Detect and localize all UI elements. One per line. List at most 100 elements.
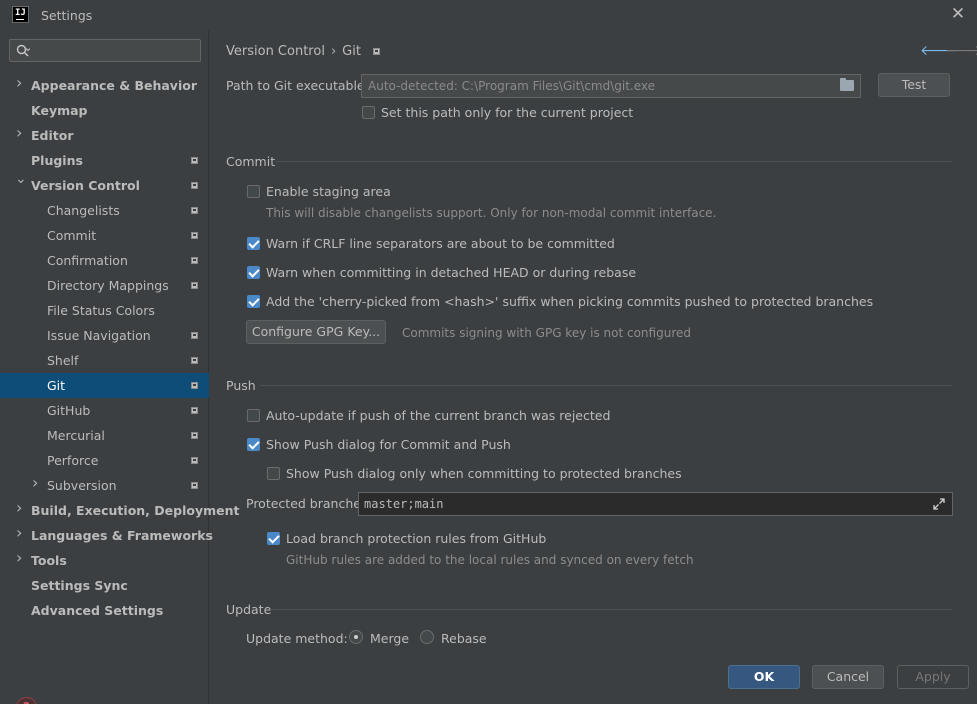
sidebar-item-label: Confirmation [47,253,128,268]
project-level-icon [191,332,198,339]
cherry-picked-checkbox[interactable] [247,295,260,308]
project-level-icon [191,482,198,489]
sidebar-item-directory-mappings[interactable]: Directory Mappings [0,273,209,298]
chevron-right-icon[interactable] [15,70,25,98]
sidebar-item-label: Shelf [47,353,79,368]
sidebar-item-languages-frameworks[interactable]: Languages & Frameworks [0,520,213,548]
sidebar-item-label: Plugins [31,153,83,168]
sidebar-item-issue-navigation[interactable]: Issue Navigation [0,323,209,348]
sidebar-item-label: Appearance & Behavior [31,78,197,93]
crlf-warning-label: Warn if CRLF line separators are about t… [266,236,615,251]
sidebar-item-version-control[interactable]: Version Control [0,167,209,198]
sidebar-item-subversion[interactable]: Subversion [0,470,209,498]
sidebar-item-label: Mercurial [47,428,105,443]
load-protection-rules-label: Load branch protection rules from GitHub [286,531,547,546]
project-level-icon [191,407,198,414]
sidebar-item-shelf[interactable]: Shelf [0,348,209,373]
git-path-placeholder: Auto-detected: C:\Program Files\Git\cmd\… [368,79,656,93]
sidebar-item-label: Editor [31,128,74,143]
rebase-radio[interactable] [420,630,434,644]
show-push-dialog-checkbox[interactable] [247,438,260,451]
breadcrumb-parent[interactable]: Version Control [226,44,325,59]
sidebar-item-plugins[interactable]: Plugins [0,148,209,173]
rebase-label: Rebase [441,631,487,646]
project-level-icon [191,182,198,189]
sidebar-item-confirmation[interactable]: Confirmation [0,248,209,273]
chevron-right-icon[interactable] [15,545,25,573]
git-path-label: Path to Git executable: [226,78,369,93]
sidebar-item-label: File Status Colors [47,303,155,318]
breadcrumb-separator: › [330,44,337,59]
project-level-icon [191,207,198,214]
breadcrumb: Version Control › Git [226,44,380,59]
show-push-dialog-label: Show Push dialog for Commit and Push [266,437,511,452]
merge-radio[interactable] [349,630,363,644]
project-level-icon [191,157,198,164]
project-only-checkbox[interactable] [362,106,375,119]
sidebar-item-label: Version Control [31,178,140,193]
sidebar-item-settings-sync[interactable]: Settings Sync [0,573,209,598]
staging-area-hint: This will disable changelists support. O… [266,206,717,220]
project-level-icon [372,48,380,55]
commit-section-title: Commit [226,154,276,169]
configure-gpg-button[interactable]: Configure GPG Key... [246,320,386,344]
settings-tree: Appearance & Behavior Keymap Editor Plugins… [0,70,239,623]
sidebar-item-label: Languages & Frameworks [31,528,213,543]
sidebar-item-tools[interactable]: Tools [0,545,209,573]
sidebar-item-github[interactable]: GitHub [0,398,209,423]
test-button[interactable]: Test [878,73,950,97]
chevron-right-icon[interactable] [15,120,25,148]
sidebar-item-advanced-settings[interactable]: Advanced Settings [0,598,209,623]
project-level-icon [191,382,198,389]
search-input[interactable] [9,39,201,62]
sidebar-item-label: Directory Mappings [47,278,169,293]
project-level-icon [191,257,198,264]
apply-button[interactable]: Apply [897,665,969,689]
auto-update-label: Auto-update if push of the current branc… [266,408,611,423]
staging-area-checkbox[interactable] [247,185,260,198]
sidebar-item-label: Keymap [31,103,88,118]
auto-update-checkbox[interactable] [247,409,260,422]
crlf-warning-checkbox[interactable] [247,237,260,250]
sidebar-item-appearance-behavior[interactable]: Appearance & Behavior [0,70,209,98]
chevron-down-icon[interactable] [15,167,27,198]
push-section-divider [260,385,952,386]
sidebar-item-label: Changelists [47,203,120,218]
sidebar-item-label: Settings Sync [31,578,128,593]
detached-head-checkbox[interactable] [247,266,260,279]
sidebar-item-label: GitHub [47,403,91,418]
protected-branches-label: Protected branches: [246,496,372,511]
ok-button[interactable]: OK [728,665,800,689]
window-title: Settings [41,8,93,23]
detached-head-label: Warn when committing in detached HEAD or… [266,265,637,280]
sidebar-item-label: Advanced Settings [31,603,164,618]
sidebar-item-commit[interactable]: Commit [0,223,209,248]
cherry-picked-label: Add the 'cherry-picked from <hash>' suff… [266,294,874,309]
merge-label: Merge [370,631,410,646]
sidebar-item-changelists[interactable]: Changelists [0,198,209,223]
cancel-button[interactable]: Cancel [812,665,884,689]
settings-sidebar: Appearance & Behavior Keymap Editor Plugins… [0,30,239,704]
title-bar: IJ Settings ✕ [0,0,977,30]
git-path-field[interactable]: Auto-detected: C:\Program Files\Git\cmd\… [361,74,861,98]
sidebar-item-file-status-colors[interactable]: File Status Colors [0,298,209,323]
project-level-icon [191,282,198,289]
chevron-right-icon[interactable] [31,470,41,498]
forward-arrow-icon[interactable]: 🡒 [945,42,977,59]
load-protection-rules-checkbox[interactable] [267,532,280,545]
sidebar-item-keymap[interactable]: Keymap [0,98,209,123]
update-section-divider [270,609,952,610]
browse-folder-icon[interactable] [840,78,854,91]
close-window-button[interactable]: ✕ [947,3,969,25]
protected-branches-field[interactable]: master;main [358,492,953,516]
protection-rules-hint: GitHub rules are added to the local rule… [286,553,694,567]
sidebar-item-mercurial[interactable]: Mercurial [0,423,209,448]
sidebar-item-editor[interactable]: Editor [0,120,209,148]
protected-only-checkbox[interactable] [267,467,280,480]
help-button[interactable]: ? [16,697,37,704]
expand-icon[interactable] [933,498,945,510]
sidebar-item-label: Git [47,378,66,393]
sidebar-item-git[interactable]: Git [0,373,209,398]
project-level-icon [191,357,198,364]
sidebar-item-build-execution-deployment[interactable]: Build, Execution, Deployment [0,495,239,523]
